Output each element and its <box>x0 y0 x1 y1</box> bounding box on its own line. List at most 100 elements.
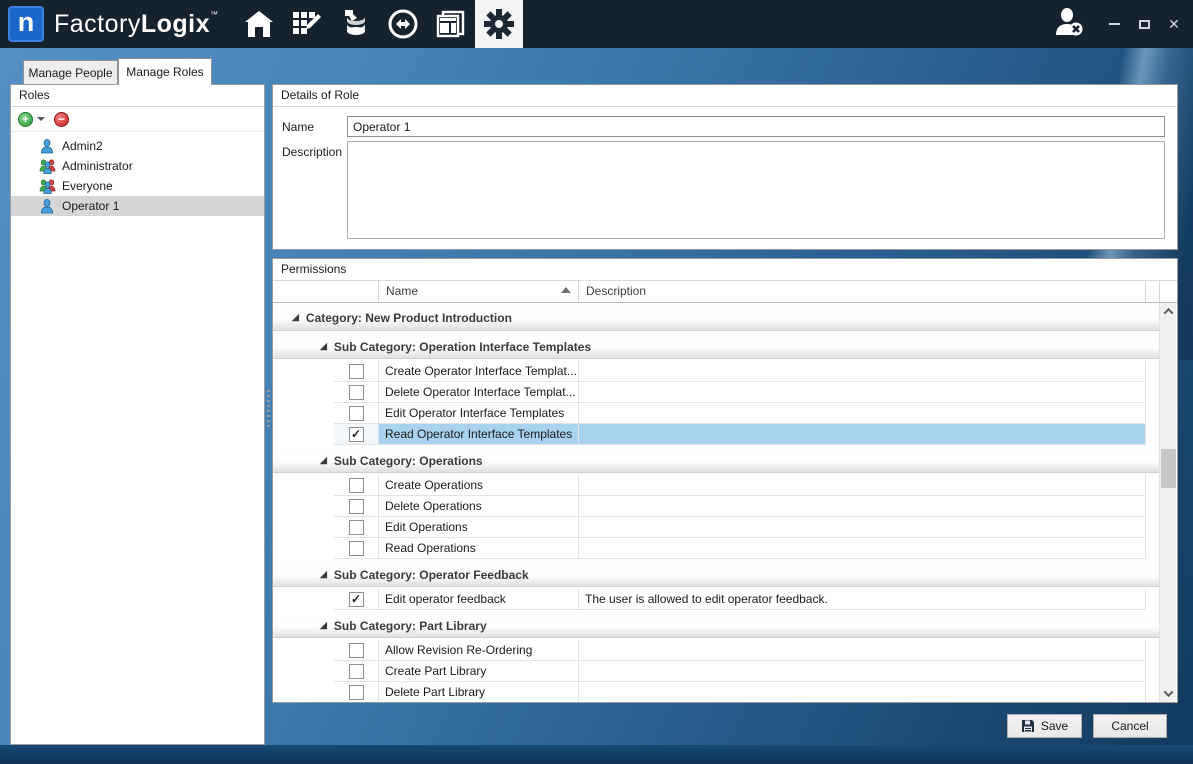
checkbox-checked[interactable]: ✓ <box>349 592 364 607</box>
tab-manage-people[interactable]: Manage People <box>23 60 118 85</box>
subcategory-group-row[interactable]: ◢Sub Category: Operation Interface Templ… <box>273 335 1159 359</box>
permission-description-cell[interactable] <box>579 661 1146 682</box>
scroll-down-icon[interactable] <box>1160 685 1177 702</box>
permission-checkbox-cell <box>334 661 379 682</box>
column-header-description[interactable]: Description <box>579 281 1146 302</box>
permission-name-cell[interactable]: Read Operations <box>379 538 579 559</box>
checkbox-unchecked[interactable] <box>349 520 364 535</box>
permission-description-cell[interactable] <box>579 475 1146 496</box>
permission-description-cell[interactable] <box>579 640 1146 661</box>
expander-icon[interactable]: ◢ <box>320 621 327 630</box>
permission-name-cell[interactable]: Delete Operator Interface Templat... <box>379 382 579 403</box>
permission-checkbox-cell: ✓ <box>334 424 379 445</box>
permission-name-cell[interactable]: Edit Operator Interface Templates <box>379 403 579 424</box>
expander-icon[interactable]: ◢ <box>320 570 327 579</box>
permission-row[interactable]: Delete Part Library <box>273 682 1159 702</box>
permission-description-cell[interactable]: The user is allowed to edit operator fee… <box>579 589 1146 610</box>
permission-description-cell[interactable] <box>579 682 1146 702</box>
permission-checkbox-cell <box>334 496 379 517</box>
scrollbar-thumb[interactable] <box>1161 449 1176 488</box>
permission-name-cell[interactable]: Delete Operations <box>379 496 579 517</box>
checkbox-unchecked[interactable] <box>349 643 364 658</box>
permission-row[interactable]: Delete Operations <box>273 496 1159 517</box>
permission-name-cell[interactable]: Read Operator Interface Templates <box>379 424 579 445</box>
expander-icon[interactable]: ◢ <box>292 313 299 322</box>
checkbox-unchecked[interactable] <box>349 478 364 493</box>
expander-icon[interactable]: ◢ <box>320 342 327 351</box>
permission-row[interactable]: Read Operations <box>273 538 1159 559</box>
group-icon <box>39 179 55 194</box>
permission-name-cell[interactable]: Edit operator feedback <box>379 589 579 610</box>
subcategory-group-row[interactable]: ◢Sub Category: Part Library <box>273 614 1159 638</box>
checkbox-unchecked[interactable] <box>349 406 364 421</box>
documents-icon[interactable] <box>427 0 475 48</box>
permission-description-cell[interactable] <box>579 538 1146 559</box>
checkbox-unchecked[interactable] <box>349 685 364 700</box>
permission-description-cell[interactable] <box>579 403 1146 424</box>
worksheet-edit-icon[interactable] <box>283 0 331 48</box>
gear-icon[interactable] <box>475 0 523 48</box>
role-item-administrator[interactable]: Administrator <box>11 156 264 176</box>
role-item-label: Everyone <box>62 179 113 193</box>
column-header-checkbox[interactable] <box>273 281 379 302</box>
permission-description-cell[interactable] <box>579 517 1146 538</box>
expander-icon[interactable]: ◢ <box>320 456 327 465</box>
permission-description-cell[interactable] <box>579 424 1146 445</box>
permissions-scrollbar[interactable] <box>1159 303 1176 702</box>
checkbox-unchecked[interactable] <box>349 541 364 556</box>
add-role-dropdown-icon[interactable] <box>37 117 45 121</box>
save-icon <box>1021 719 1035 733</box>
checkbox-unchecked[interactable] <box>349 664 364 679</box>
role-description-input[interactable] <box>347 141 1165 239</box>
permission-name-cell[interactable]: Create Operator Interface Templat... <box>379 361 579 382</box>
permission-row[interactable]: Create Operator Interface Templat... <box>273 361 1159 382</box>
permission-checkbox-cell <box>334 382 379 403</box>
category-group-row[interactable]: ◢Category: New Product Introduction <box>273 305 1159 331</box>
checkbox-unchecked[interactable] <box>349 499 364 514</box>
permission-name-cell[interactable]: Edit Operations <box>379 517 579 538</box>
permission-row[interactable]: Create Part Library <box>273 661 1159 682</box>
remove-role-icon[interactable]: − <box>54 112 69 127</box>
role-item-everyone[interactable]: Everyone <box>11 176 264 196</box>
cancel-button[interactable]: Cancel <box>1093 714 1167 738</box>
subcategory-group-row[interactable]: ◢Sub Category: Operator Feedback <box>273 563 1159 587</box>
permission-description-cell[interactable] <box>579 496 1146 517</box>
permission-name-cell[interactable]: Create Part Library <box>379 661 579 682</box>
column-header-name[interactable]: Name <box>379 281 579 302</box>
row-indent <box>273 682 334 702</box>
permission-name-cell[interactable]: Delete Part Library <box>379 682 579 702</box>
checkbox-checked[interactable]: ✓ <box>349 427 364 442</box>
close-button[interactable]: ✕ <box>1163 13 1185 35</box>
permission-description-cell[interactable] <box>579 361 1146 382</box>
role-item-operator-1[interactable]: Operator 1 <box>11 196 264 216</box>
transfer-circle-icon[interactable] <box>379 0 427 48</box>
permission-row[interactable]: ✓ Read Operator Interface Templates <box>273 424 1159 445</box>
permission-row[interactable]: Allow Revision Re-Ordering <box>273 640 1159 661</box>
permission-row[interactable]: Edit Operator Interface Templates <box>273 403 1159 424</box>
role-item-admin2[interactable]: Admin2 <box>11 136 264 156</box>
tab-manage-roles[interactable]: Manage Roles <box>118 58 212 85</box>
save-button[interactable]: Save <box>1007 714 1082 738</box>
database-import-icon[interactable] <box>331 0 379 48</box>
permission-row[interactable]: ✓ Edit operator feedbackThe user is allow… <box>273 589 1159 610</box>
brand-trademark: ™ <box>210 10 219 19</box>
permission-row[interactable]: Edit Operations <box>273 517 1159 538</box>
permission-row[interactable]: Create Operations <box>273 475 1159 496</box>
minimize-button[interactable] <box>1103 13 1125 35</box>
panel-splitter[interactable] <box>266 390 271 428</box>
scroll-up-icon[interactable] <box>1160 303 1177 320</box>
user-disconnected-icon[interactable] <box>1053 7 1087 42</box>
checkbox-unchecked[interactable] <box>349 385 364 400</box>
add-role-icon[interactable]: + <box>18 112 33 127</box>
home-icon[interactable] <box>235 0 283 48</box>
permission-name-cell[interactable]: Allow Revision Re-Ordering <box>379 640 579 661</box>
factorylogix-logo: n <box>8 6 44 42</box>
roles-tree: Admin2Administrator Everyone Operator 1 <box>11 132 264 216</box>
checkbox-unchecked[interactable] <box>349 364 364 379</box>
role-name-input[interactable] <box>347 116 1165 137</box>
permission-description-cell[interactable] <box>579 382 1146 403</box>
maximize-button[interactable] <box>1133 13 1155 35</box>
subcategory-group-row[interactable]: ◢Sub Category: Operations <box>273 449 1159 473</box>
permission-row[interactable]: Delete Operator Interface Templat... <box>273 382 1159 403</box>
permission-name-cell[interactable]: Create Operations <box>379 475 579 496</box>
